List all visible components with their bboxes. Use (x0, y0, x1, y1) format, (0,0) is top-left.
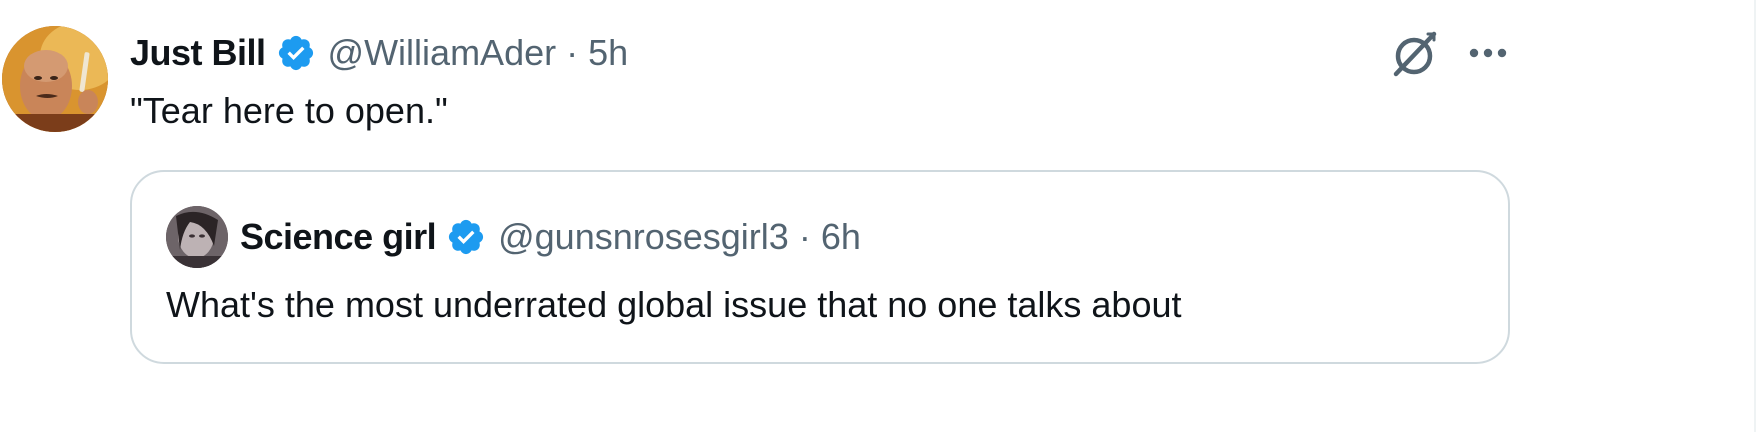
timeline-border (1754, 0, 1756, 432)
quoted-header-separator: · (798, 216, 811, 257)
header-separator: · (566, 32, 579, 73)
tweet[interactable]: Just Bill @WilliamAder · 5h "Tear here t… (0, 0, 1762, 432)
author-avatar[interactable] (2, 26, 108, 132)
author-display-name[interactable]: Just Bill (130, 32, 266, 74)
author-handle[interactable]: @WilliamAder (328, 32, 557, 74)
quoted-author-avatar[interactable] (166, 206, 228, 268)
quoted-author-display-name[interactable]: Science girl (240, 216, 437, 258)
tweet-text: "Tear here to open." (130, 90, 448, 131)
more-icon (1469, 48, 1507, 58)
quoted-tweet[interactable]: Science girl @gunsnrosesgirl3 · 6h What'… (130, 170, 1510, 364)
quoted-author-handle[interactable]: @gunsnrosesgirl3 (498, 216, 789, 258)
more-options-button[interactable] (1462, 30, 1516, 76)
quoted-verified-badge-icon (446, 217, 486, 257)
quoted-tweet-header: Science girl @gunsnrosesgirl3 · 6h (240, 212, 861, 262)
tweet-timestamp[interactable]: 5h (588, 32, 628, 74)
verified-badge-icon (276, 33, 316, 73)
author-avatar-image (2, 26, 108, 132)
quoted-tweet-text: What's the most underrated global issue … (166, 284, 1182, 325)
quoted-author-avatar-image (166, 206, 228, 268)
tweet-header: Just Bill @WilliamAder · 5h (130, 28, 628, 78)
grok-button[interactable] (1388, 26, 1442, 80)
quoted-tweet-timestamp[interactable]: 6h (821, 216, 861, 258)
grok-icon (1393, 31, 1437, 77)
